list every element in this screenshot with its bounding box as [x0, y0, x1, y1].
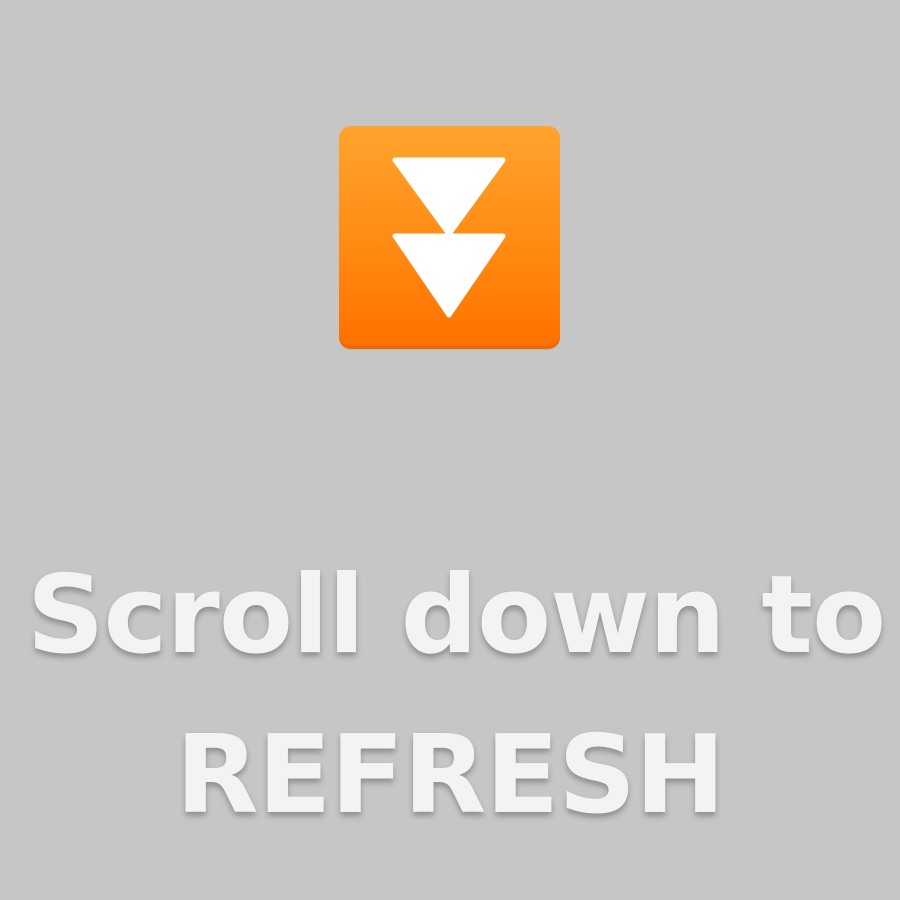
instruction-line-2: REFRESH — [175, 713, 726, 838]
scroll-to-refresh-prompt: Scroll down to REFRESH — [0, 0, 900, 900]
refresh-instruction: Scroll down to REFRESH — [0, 536, 900, 856]
instruction-line-1: Scroll down to — [26, 553, 887, 678]
double-down-arrow-icon — [392, 157, 506, 318]
upper-arrow-triangle — [392, 157, 506, 237]
fast-down-button-icon — [339, 126, 560, 349]
lower-arrow-triangle — [392, 233, 506, 318]
